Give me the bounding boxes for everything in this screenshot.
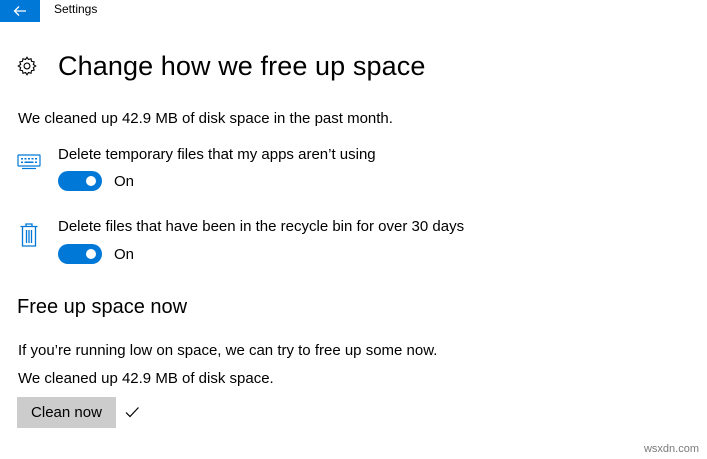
- recycle-bin-toggle[interactable]: [58, 244, 102, 264]
- checkmark-icon: [125, 407, 139, 418]
- watermark: wsxdn.com: [643, 443, 699, 455]
- temp-files-toggle[interactable]: [58, 171, 102, 191]
- temp-files-option-label: Delete temporary files that my apps aren…: [58, 146, 376, 163]
- temp-files-toggle-state: On: [114, 173, 135, 190]
- page-title: Change how we free up space: [58, 50, 426, 81]
- recycle-bin-toggle-state: On: [114, 246, 135, 263]
- settings-window: Settings Change how we free up space We …: [0, 0, 707, 459]
- keyboard-icon: [17, 154, 41, 170]
- toggle-knob: [86, 176, 96, 186]
- free-space-description: If you’re running low on space, we can t…: [18, 342, 438, 359]
- page-header: Change how we free up space: [16, 48, 425, 84]
- back-arrow-icon: [13, 6, 26, 16]
- title-bar: Settings: [0, 0, 707, 22]
- free-up-space-now-heading: Free up space now: [17, 296, 188, 318]
- cleanup-result-text: We cleaned up 42.9 MB of disk space.: [18, 370, 274, 387]
- clean-now-button[interactable]: Clean now: [17, 397, 116, 428]
- window-title: Settings: [54, 2, 98, 16]
- back-button[interactable]: [0, 0, 40, 22]
- monthly-cleanup-summary: We cleaned up 42.9 MB of disk space in t…: [18, 110, 393, 127]
- toggle-knob: [86, 249, 96, 259]
- trash-icon: [20, 223, 38, 247]
- recycle-bin-option-label: Delete files that have been in the recyc…: [58, 218, 465, 235]
- gear-icon: [17, 56, 37, 76]
